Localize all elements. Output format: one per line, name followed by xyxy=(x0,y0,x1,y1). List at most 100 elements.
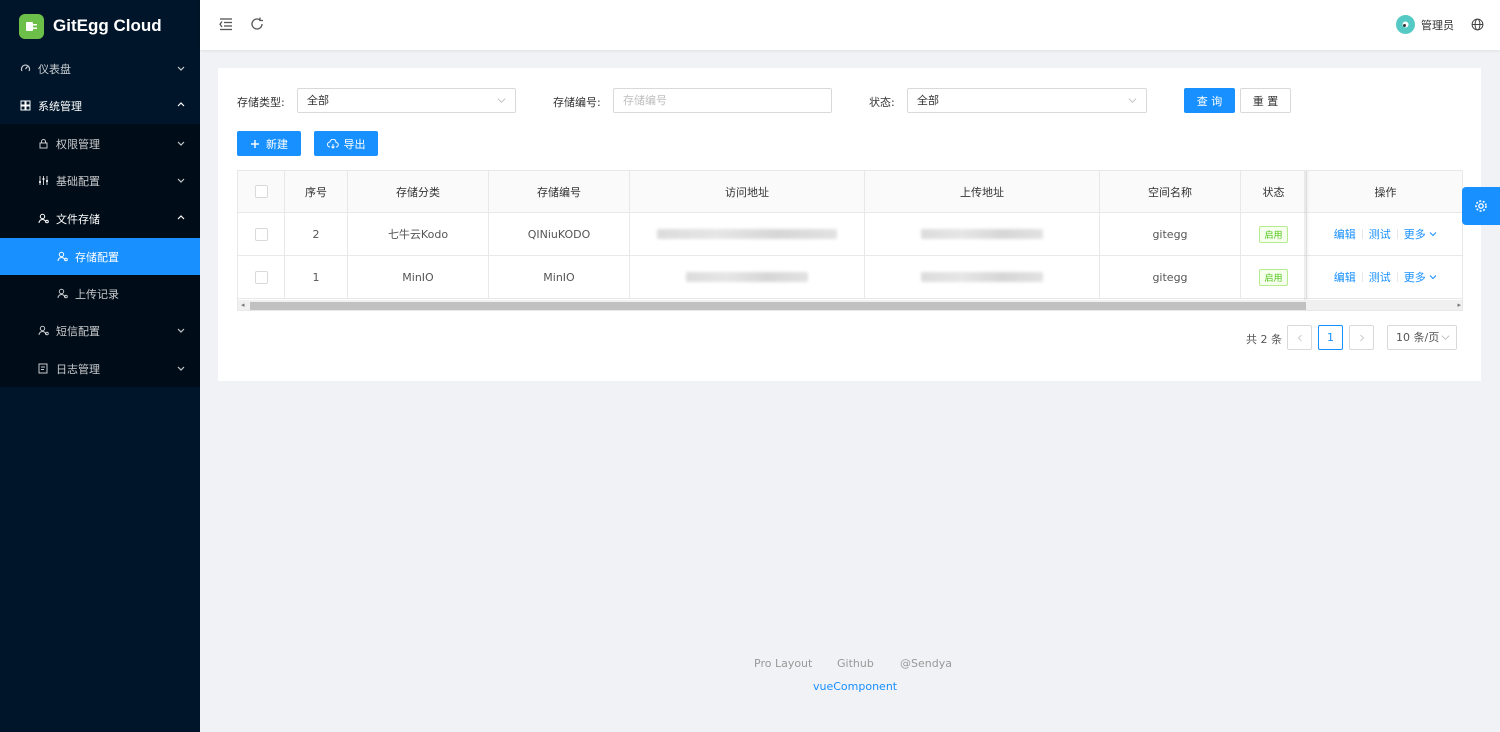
pagination-total: 共 2 条 xyxy=(1246,333,1282,346)
gitegg-logo-icon xyxy=(19,13,44,39)
new-button[interactable]: 新建 xyxy=(237,131,301,156)
scrollbar-thumb[interactable] xyxy=(250,302,1306,310)
edit-link[interactable]: 编辑 xyxy=(1334,226,1356,242)
row-category: MinIO xyxy=(348,256,489,298)
redacted-url xyxy=(921,272,1043,282)
chevron-left-icon xyxy=(1297,334,1302,341)
sidebar-item-label: 基础配置 xyxy=(56,174,100,188)
chevron-down-icon xyxy=(177,328,185,333)
footer-link-github[interactable]: Github xyxy=(837,657,874,670)
column-header: 序号 xyxy=(285,171,348,212)
test-link[interactable]: 测试 xyxy=(1369,269,1391,285)
scroll-left-arrow[interactable]: ◂ xyxy=(241,301,245,309)
column-header: 状态 xyxy=(1241,171,1307,212)
sidebar-item-label: 存储配置 xyxy=(75,250,119,264)
globe-icon[interactable] xyxy=(1471,18,1484,31)
reset-button[interactable]: 重 置 xyxy=(1240,88,1291,113)
prev-page-button[interactable] xyxy=(1287,325,1312,350)
user-menu[interactable]: 管理员 xyxy=(1396,15,1454,34)
scroll-right-arrow[interactable]: ▸ xyxy=(1457,301,1461,309)
sidebar-item-label: 系统管理 xyxy=(38,99,82,113)
sidebar-item-basic-config[interactable]: 基础配置 xyxy=(0,162,200,199)
sidebar-item-log-management[interactable]: 日志管理 xyxy=(0,350,200,387)
table-row: 2 七牛云Kodo QINiuKODO gitegg 启用 编辑 测试 更多 xyxy=(238,213,1462,256)
page-1-button[interactable]: 1 xyxy=(1318,325,1343,350)
sidebar-item-label: 上传记录 xyxy=(75,287,119,301)
row-status: 启用 xyxy=(1241,256,1307,298)
chevron-down-icon xyxy=(1128,98,1137,103)
gear-icon xyxy=(1475,200,1487,212)
more-link[interactable]: 更多 xyxy=(1404,269,1438,285)
column-header: 存储编号 xyxy=(489,171,630,212)
chevron-down-icon xyxy=(1441,335,1450,340)
sidebar-item-label: 权限管理 xyxy=(56,137,100,151)
row-upload-url xyxy=(865,213,1100,255)
storage-type-select[interactable]: 全部 xyxy=(297,88,516,113)
status-value: 全部 xyxy=(917,94,939,107)
menu-fold-icon[interactable] xyxy=(218,16,234,32)
export-button[interactable]: 导出 xyxy=(314,131,378,156)
test-link[interactable]: 测试 xyxy=(1369,226,1391,242)
row-actions: 编辑 测试 更多 xyxy=(1307,213,1462,255)
chevron-down-icon xyxy=(177,66,185,71)
sidebar-item-upload-records[interactable]: 上传记录 xyxy=(0,275,200,312)
settings-drawer-button[interactable] xyxy=(1462,187,1500,225)
sidebar-item-sms-config[interactable]: 短信配置 xyxy=(0,312,200,349)
row-space: gitegg xyxy=(1100,213,1241,255)
chevron-up-icon xyxy=(177,102,185,107)
reload-icon[interactable] xyxy=(249,16,265,32)
storage-type-label: 存储类型: xyxy=(237,96,285,109)
page-size-value: 10 条/页 xyxy=(1396,331,1440,344)
redacted-url xyxy=(921,229,1043,239)
sidebar-item-file-storage[interactable]: 文件存储 xyxy=(0,200,200,237)
sliders-icon xyxy=(37,175,49,187)
sidebar-item-permission[interactable]: 权限管理 xyxy=(0,125,200,162)
footer-link-vuecomponent[interactable]: vueComponent xyxy=(813,680,897,693)
sidebar: GitEgg Cloud 仪表盘 系统管理 权限管理 基础配置 文件存储 存储配… xyxy=(0,0,200,732)
avatar xyxy=(1396,15,1415,34)
chevron-down-icon xyxy=(177,141,185,146)
status-label: 状态: xyxy=(869,96,895,109)
more-link[interactable]: 更多 xyxy=(1404,226,1438,242)
column-header: 上传地址 xyxy=(865,171,1100,212)
export-button-label: 导出 xyxy=(343,137,366,151)
edit-link[interactable]: 编辑 xyxy=(1334,269,1356,285)
footer-link-pro-layout[interactable]: Pro Layout xyxy=(754,657,812,670)
column-header: 访问地址 xyxy=(630,171,865,212)
more-label: 更多 xyxy=(1403,271,1426,284)
header: 管理员 xyxy=(200,0,1500,50)
storage-config-card: 存储类型: 全部 存储编号: 存储编号 状态: 全部 查 询 重 置 新建 导出… xyxy=(218,68,1481,381)
storage-code-input[interactable]: 存储编号 xyxy=(613,88,832,113)
sidebar-item-label: 文件存储 xyxy=(56,212,100,226)
system-icon xyxy=(19,100,31,112)
cloud-download-icon xyxy=(326,138,339,149)
header-select-all[interactable] xyxy=(238,171,285,212)
page-size-select[interactable]: 10 条/页 xyxy=(1387,325,1457,350)
table-header: 序号 存储分类 存储编号 访问地址 上传地址 空间名称 状态 操作 xyxy=(238,171,1462,213)
row-index: 2 xyxy=(285,213,348,255)
next-page-button[interactable] xyxy=(1349,325,1374,350)
logo[interactable]: GitEgg Cloud xyxy=(0,0,200,52)
chevron-down-icon xyxy=(1429,232,1437,237)
horizontal-scrollbar[interactable]: ◂ ▸ xyxy=(238,300,1462,310)
fixed-column-shadow xyxy=(1304,171,1310,310)
row-checkbox[interactable] xyxy=(254,227,268,241)
select-all-checkbox[interactable] xyxy=(254,185,268,198)
sidebar-item-storage-config[interactable]: 存储配置 xyxy=(0,238,200,275)
user-setting-icon xyxy=(37,325,49,337)
row-access-url xyxy=(630,256,865,298)
row-upload-url xyxy=(865,256,1100,298)
query-button[interactable]: 查 询 xyxy=(1184,88,1235,113)
status-badge: 启用 xyxy=(1259,225,1288,243)
row-status: 启用 xyxy=(1241,213,1307,255)
table-row: 1 MinIO MinIO gitegg 启用 编辑 测试 更多 xyxy=(238,256,1462,299)
row-checkbox[interactable] xyxy=(254,270,268,284)
sidebar-item-dashboard[interactable]: 仪表盘 xyxy=(0,50,200,87)
footer-link-sendya[interactable]: @Sendya xyxy=(900,657,952,670)
status-select[interactable]: 全部 xyxy=(907,88,1147,113)
sidebar-item-system[interactable]: 系统管理 xyxy=(0,87,200,124)
new-button-label: 新建 xyxy=(266,137,288,151)
sidebar-item-label: 短信配置 xyxy=(56,324,100,338)
column-header: 存储分类 xyxy=(348,171,489,212)
row-space: gitegg xyxy=(1100,256,1241,298)
